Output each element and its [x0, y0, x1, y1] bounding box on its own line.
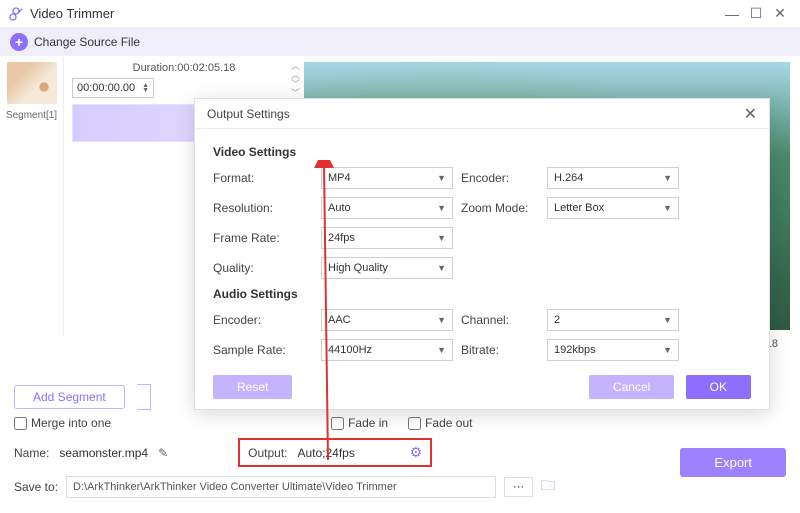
bitrate-label: Bitrate: — [461, 343, 539, 357]
segment-label: Segment[1] — [0, 110, 63, 121]
segment-sidebar: Segment[1] — [0, 56, 64, 336]
browse-button[interactable]: ··· — [504, 477, 533, 497]
framerate-label: Frame Rate: — [213, 231, 313, 245]
chevron-down-icon: ▼ — [437, 173, 446, 183]
resolution-label: Resolution: — [213, 201, 313, 215]
name-label: Name: — [14, 446, 49, 460]
merge-checkbox[interactable]: Merge into one — [14, 416, 111, 430]
output-settings-dialog: Output Settings ✕ Video Settings Format:… — [194, 98, 770, 410]
save-path-input[interactable] — [66, 476, 496, 498]
reset-button[interactable]: Reset — [213, 375, 292, 399]
titlebar: Video Trimmer — ☐ ✕ — [0, 0, 800, 28]
video-settings-heading: Video Settings — [213, 145, 751, 159]
close-icon[interactable]: ✕ — [768, 2, 792, 26]
chevron-down-icon: ▼ — [437, 345, 446, 355]
dialog-title: Output Settings — [207, 107, 744, 121]
output-label: Output: — [248, 446, 287, 460]
app-logo-icon — [8, 6, 24, 22]
change-source-label[interactable]: Change Source File — [34, 35, 140, 49]
toolbar: + Change Source File — [0, 28, 800, 56]
add-source-icon[interactable]: + — [10, 33, 28, 51]
start-time-value: 00:00:00.00 — [77, 82, 135, 94]
cancel-button[interactable]: Cancel — [589, 375, 674, 399]
add-segment-button[interactable]: Add Segment — [14, 385, 125, 409]
chevron-down-icon: ▼ — [663, 315, 672, 325]
export-button[interactable]: Export — [680, 448, 786, 477]
fadeout-checkbox[interactable]: Fade out — [408, 416, 472, 430]
saveto-label: Save to: — [14, 480, 58, 494]
maximize-icon[interactable]: ☐ — [744, 2, 768, 26]
partial-button[interactable] — [137, 384, 151, 410]
aencoder-label: Encoder: — [213, 313, 313, 327]
channel-label: Channel: — [461, 313, 539, 327]
ok-button[interactable]: OK — [686, 375, 751, 399]
gear-icon[interactable]: ⚙ — [410, 444, 423, 461]
panel-chevrons[interactable]: ︿︿﹀﹀ — [291, 62, 300, 97]
chevron-down-icon: ▼ — [437, 315, 446, 325]
filename-text: seamonster.mp4 — [59, 446, 148, 460]
framerate-select[interactable]: 24fps▼ — [321, 227, 453, 249]
chevron-down-icon: ▼ — [663, 203, 672, 213]
output-highlight-box: Output: Auto;24fps ⚙ — [238, 438, 432, 467]
encoder-label: Encoder: — [461, 171, 539, 185]
chevron-down-icon: ▼ — [437, 263, 446, 273]
chevron-down-icon: ▼ — [663, 173, 672, 183]
output-value: Auto;24fps — [297, 446, 399, 460]
zoom-label: Zoom Mode: — [461, 201, 539, 215]
chevron-down-icon: ▼ — [437, 233, 446, 243]
sample-select[interactable]: 44100Hz▼ — [321, 339, 453, 361]
encoder-select[interactable]: H.264▼ — [547, 167, 679, 189]
segment-thumbnail[interactable] — [7, 62, 57, 104]
folder-icon[interactable]: 🗀 — [541, 475, 555, 499]
resolution-select[interactable]: Auto▼ — [321, 197, 453, 219]
format-label: Format: — [213, 171, 313, 185]
start-spinner[interactable]: ▲▼ — [142, 83, 149, 93]
minimize-icon[interactable]: — — [720, 2, 744, 26]
window-title: Video Trimmer — [30, 6, 720, 21]
fadein-checkbox[interactable]: Fade in — [331, 416, 388, 430]
bitrate-select[interactable]: 192kbps▼ — [547, 339, 679, 361]
sample-label: Sample Rate: — [213, 343, 313, 357]
quality-label: Quality: — [213, 261, 313, 275]
edit-icon[interactable]: ✎ — [158, 446, 168, 460]
zoom-select[interactable]: Letter Box▼ — [547, 197, 679, 219]
audio-settings-heading: Audio Settings — [213, 287, 751, 301]
aencoder-select[interactable]: AAC▼ — [321, 309, 453, 331]
chevron-down-icon: ▼ — [663, 345, 672, 355]
channel-select[interactable]: 2▼ — [547, 309, 679, 331]
chevron-down-icon: ▼ — [437, 203, 446, 213]
quality-select[interactable]: High Quality▼ — [321, 257, 453, 279]
start-time-input[interactable]: 00:00:00.00 ▲▼ — [72, 78, 154, 98]
format-select[interactable]: MP4▼ — [321, 167, 453, 189]
duration-label: Duration:00:02:05.18 — [72, 62, 296, 74]
dialog-close-icon[interactable]: ✕ — [744, 104, 757, 124]
